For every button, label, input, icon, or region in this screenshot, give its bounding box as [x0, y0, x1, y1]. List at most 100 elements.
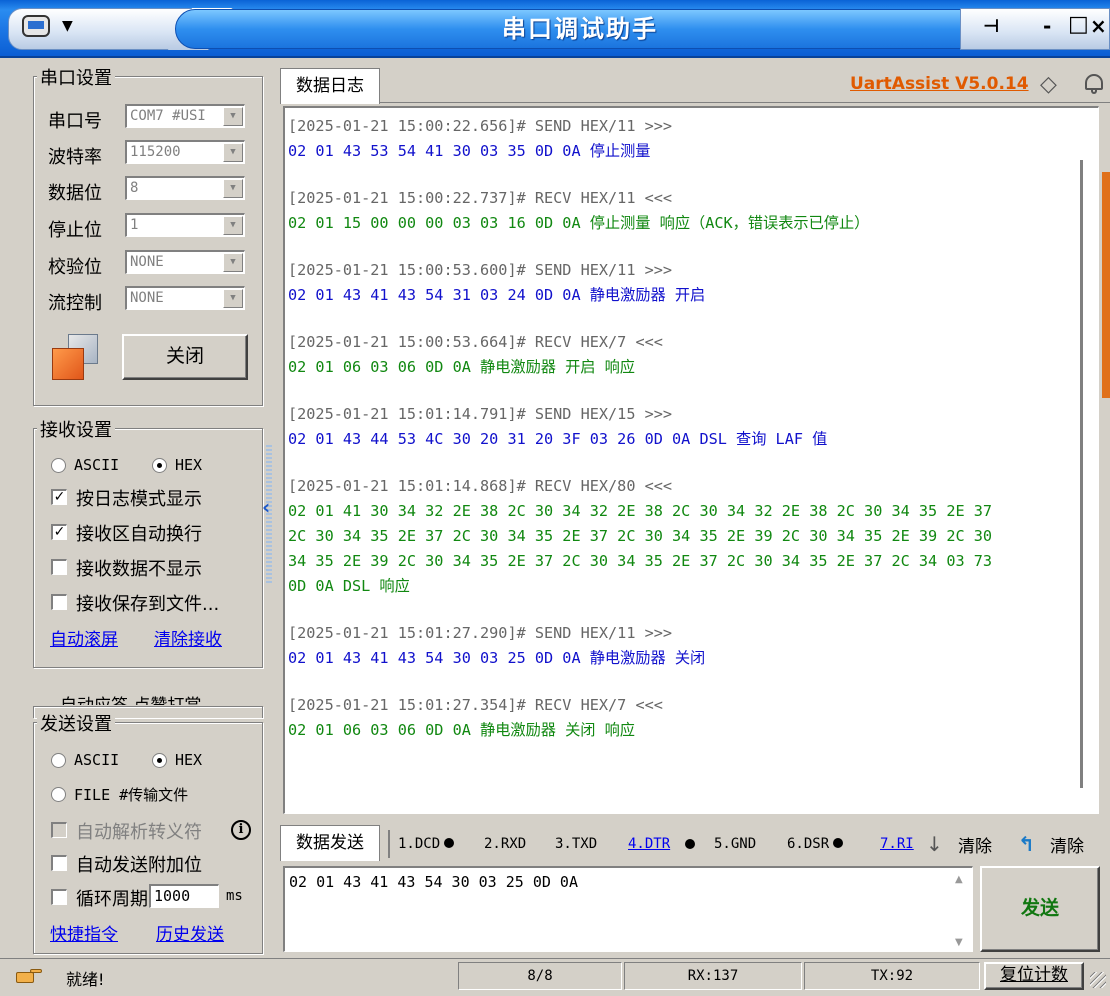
save-file-label: 接收保存到文件...	[76, 594, 220, 615]
recv-ascii-label: ASCII	[74, 456, 120, 474]
signal-dsr: 6.DSR	[787, 836, 844, 852]
dropdown-arrow-icon[interactable]: ▼	[223, 289, 243, 308]
hide-data-checkbox[interactable]	[51, 559, 67, 575]
tab-data-log[interactable]: 数据日志	[280, 68, 380, 104]
databits-value: 8	[130, 180, 139, 196]
minimize-button[interactable]: -	[1043, 14, 1051, 38]
dcd-led-icon	[444, 838, 455, 848]
escape-parse-checkbox[interactable]	[51, 822, 67, 838]
dropdown-arrow-icon[interactable]: ▼	[223, 107, 243, 126]
stopbits-value: 1	[130, 217, 139, 233]
append-bits-label: 自动发送附加位	[76, 855, 202, 876]
log-header: [2025-01-21 15:00:53.664]# RECV HEX/7 <<…	[288, 333, 663, 351]
signal-ri[interactable]: 7.RI	[880, 836, 920, 852]
shortcut-link[interactable]: 快捷指令	[50, 920, 118, 945]
clear-receive-link[interactable]: 清除接收	[154, 625, 222, 650]
save-file-checkbox[interactable]	[51, 594, 67, 610]
flow-select[interactable]: NONE ▼	[125, 286, 245, 310]
dtr-led-icon	[685, 839, 695, 849]
log-data-line: 02 01 41 30 34 32 2E 38 2C 30 34 32 2E 3…	[288, 502, 993, 520]
clear-send-icon[interactable]: ↓	[926, 832, 943, 856]
parity-value: NONE	[130, 254, 164, 270]
signal-txd: 3.TXD	[555, 836, 598, 852]
log-data-line: 02 01 43 53 54 41 30 03 35 0D 0A 停止测量	[288, 142, 651, 160]
log-header: [2025-01-21 15:01:27.354]# RECV HEX/7 <<…	[288, 696, 663, 714]
send-file-radio[interactable]	[51, 787, 66, 802]
collapse-arrow-icon[interactable]: ‹	[262, 495, 270, 519]
send-ascii-radio[interactable]	[51, 753, 66, 768]
tab-divider	[388, 830, 390, 858]
status-rx: RX:137	[624, 962, 802, 990]
baud-select[interactable]: 115200 ▼	[125, 140, 245, 164]
open-close-port-button[interactable]: 关闭	[122, 334, 248, 380]
log-entry: [2025-01-21 15:01:27.290]# SEND HEX/11 >…	[288, 621, 1098, 671]
parity-select[interactable]: NONE ▼	[125, 250, 245, 274]
recv-hex-radio[interactable]	[152, 458, 167, 473]
log-mode-checkbox[interactable]: ✓	[51, 489, 67, 505]
bell-icon[interactable]	[1083, 70, 1105, 96]
stopbits-select[interactable]: 1 ▼	[125, 213, 245, 237]
dropdown-arrow-icon[interactable]: ▼	[223, 143, 243, 162]
dropdown-arrow-icon[interactable]: ▼	[223, 253, 243, 272]
brand-link[interactable]: UartAssist V5.0.14	[850, 74, 1029, 94]
dropdown-arrow-icon[interactable]: ▼	[223, 179, 243, 198]
signal-dtr[interactable]: 4.DTR	[628, 836, 670, 852]
pin-icon[interactable]: ⊣	[983, 16, 999, 37]
info-icon[interactable]: i	[231, 820, 251, 840]
port-status-icon	[52, 334, 100, 382]
period-unit: ms	[226, 888, 243, 904]
send-hex-radio[interactable]	[152, 753, 167, 768]
clear-send-button[interactable]: 清除	[958, 832, 992, 857]
log-data-line: 0D 0A DSL 响应	[288, 577, 410, 595]
log-data-line: 02 01 43 44 53 4C 30 20 31 20 3F 03 26 0…	[288, 430, 828, 448]
dropdown-arrow-icon[interactable]: ▼	[223, 216, 243, 235]
status-text: 就绪!	[66, 970, 105, 989]
log-scrollbar[interactable]	[1080, 160, 1083, 788]
send-file-label: FILE #传输文件	[74, 786, 189, 804]
log-entry: [2025-01-21 15:00:22.737]# RECV HEX/11 <…	[288, 186, 1098, 236]
send-input-scrollbar[interactable]: ▲ ▼	[952, 870, 970, 950]
cycle-period-checkbox[interactable]	[51, 889, 67, 905]
hand-pointer-icon	[16, 967, 42, 985]
log-entry: [2025-01-21 15:00:53.600]# SEND HEX/11 >…	[288, 258, 1098, 308]
send-ascii-label: ASCII	[74, 751, 120, 769]
diamond-icon[interactable]: ◇	[1040, 72, 1057, 97]
maximize-button[interactable]: □	[1068, 12, 1089, 37]
signal-rxd: 2.RXD	[484, 836, 527, 852]
tab-baseline	[280, 102, 1110, 103]
log-data-line: 2C 30 34 35 2E 37 2C 30 34 35 2E 37 2C 3…	[288, 527, 993, 545]
databits-select[interactable]: 8 ▼	[125, 176, 245, 200]
append-bits-checkbox[interactable]	[51, 855, 67, 871]
send-settings-title: 发送设置	[37, 710, 115, 736]
send-hex-label: HEX	[175, 751, 203, 769]
flow-label: 流控制	[48, 293, 102, 314]
autoscroll-link[interactable]: 自动滚屏	[50, 625, 118, 650]
resize-grip[interactable]	[1090, 972, 1106, 988]
log-data-line: 02 01 43 41 43 54 31 03 24 0D 0A 静电激励器 开…	[288, 286, 706, 304]
send-button[interactable]: 发送	[980, 866, 1100, 952]
clear-all-icon[interactable]: ↰	[1018, 832, 1035, 856]
chevron-down-icon[interactable]: ▼	[62, 18, 73, 34]
auto-wrap-checkbox[interactable]: ✓	[51, 524, 67, 540]
send-input[interactable]: 02 01 43 41 43 54 30 03 25 0D 0A	[283, 866, 973, 952]
signal-gnd: 5.GND	[714, 836, 757, 852]
app-icon[interactable]	[22, 15, 50, 37]
clear-all-button[interactable]: 清除	[1050, 832, 1084, 857]
port-value: COM7 #USI	[130, 108, 206, 124]
status-tx: TX:92	[804, 962, 980, 990]
tab-data-send[interactable]: 数据发送	[280, 825, 380, 861]
log-mode-label: 按日志模式显示	[76, 489, 202, 510]
period-input[interactable]: 1000	[149, 884, 219, 908]
receive-log[interactable]: [2025-01-21 15:00:22.656]# SEND HEX/11 >…	[283, 106, 1099, 814]
recv-ascii-radio[interactable]	[51, 458, 66, 473]
log-header: [2025-01-21 15:01:14.791]# SEND HEX/15 >…	[288, 405, 673, 423]
log-header: [2025-01-21 15:00:53.600]# SEND HEX/11 >…	[288, 261, 673, 279]
port-select[interactable]: COM7 #USI ▼	[125, 104, 245, 128]
close-button[interactable]: ×	[1090, 14, 1107, 38]
reset-count-button[interactable]: 复位计数	[984, 962, 1084, 990]
log-data-line: 02 01 06 03 06 0D 0A 静电激励器 开启 响应	[288, 358, 635, 376]
side-accent	[1102, 172, 1110, 398]
databits-label: 数据位	[48, 183, 102, 204]
history-link[interactable]: 历史发送	[156, 920, 224, 945]
status-count: 8/8	[458, 962, 622, 990]
